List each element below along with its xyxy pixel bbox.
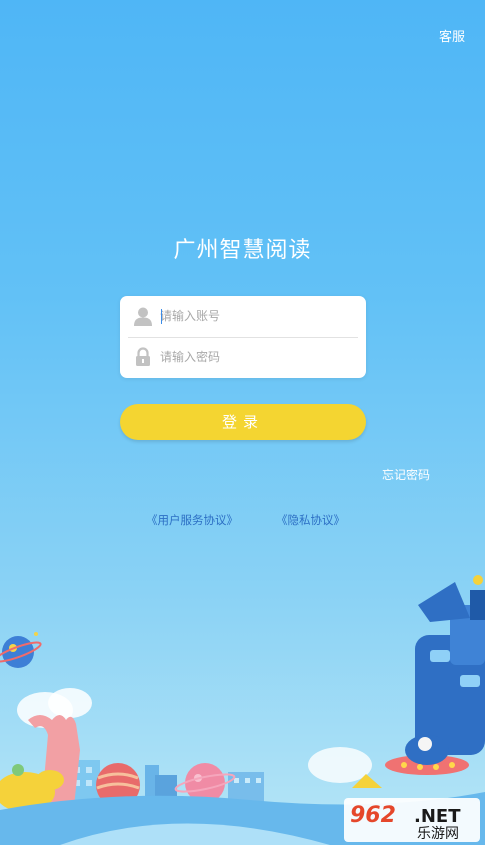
- login-form-card: [120, 296, 366, 378]
- account-row: [120, 296, 366, 337]
- lock-icon: [133, 347, 153, 367]
- customer-service-link[interactable]: 客服: [439, 26, 465, 45]
- password-row: [120, 337, 366, 378]
- login-button[interactable]: 登录: [120, 404, 366, 440]
- svg-text:.NET: .NET: [414, 806, 461, 827]
- privacy-agreement-link[interactable]: 《隐私协议》: [276, 512, 345, 528]
- login-screen: 客服 广州智慧阅读 登录 忘记密码: [0, 0, 485, 845]
- account-input[interactable]: [160, 305, 350, 327]
- svg-text:乐游网: 乐游网: [417, 826, 459, 842]
- password-input[interactable]: [160, 346, 350, 368]
- app-title: 广州智慧阅读: [173, 238, 312, 263]
- text-cursor: [161, 309, 162, 324]
- svg-text:962: 962: [350, 803, 396, 828]
- forgot-password-link[interactable]: 忘记密码: [382, 466, 430, 483]
- user-service-agreement-link[interactable]: 《用户服务协议》: [146, 512, 238, 528]
- site-watermark-logo: 962 .NET 乐游网: [344, 798, 480, 842]
- user-silhouette-icon: [133, 306, 153, 326]
